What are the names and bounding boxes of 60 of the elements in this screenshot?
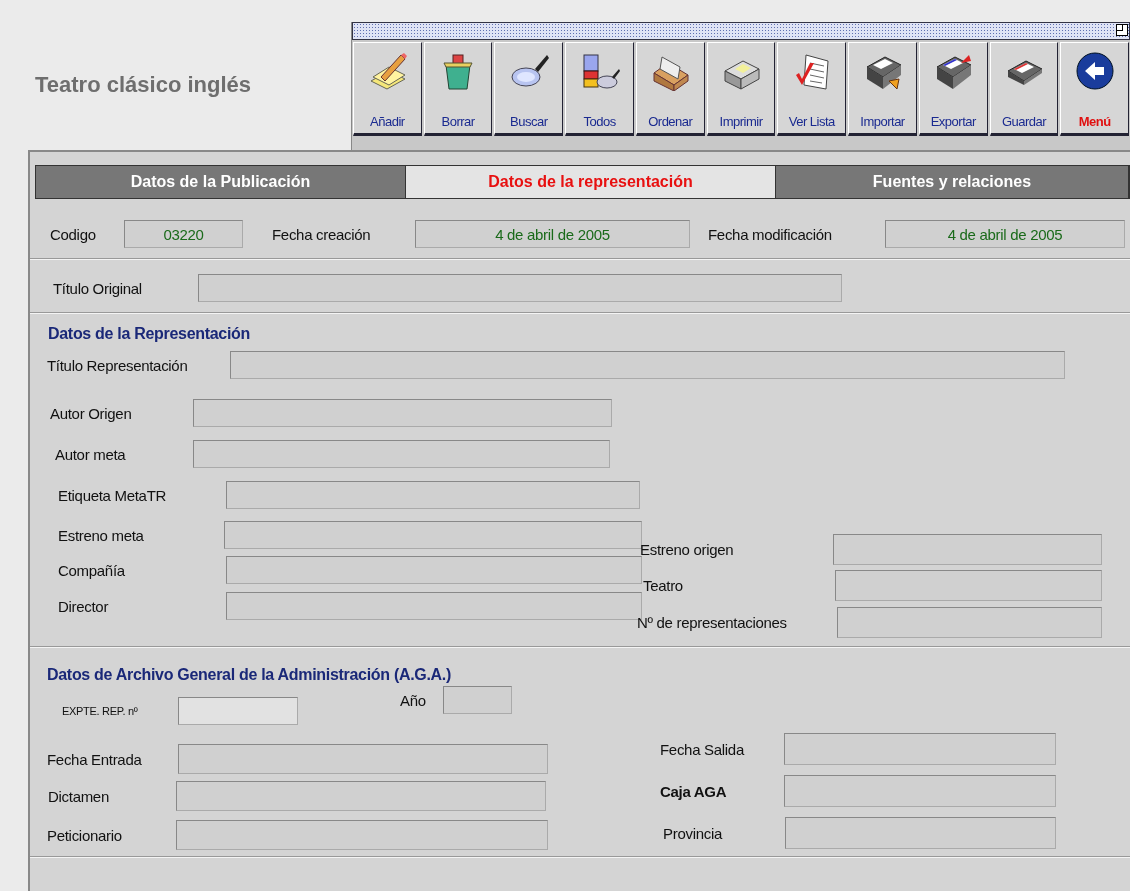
field-label: Nº de representaciones: [637, 614, 788, 631]
toolbar-button[interactable]: Ver Lista: [777, 42, 847, 136]
field-label: Fecha Salida: [660, 740, 746, 758]
field-label: Dictamen: [48, 787, 110, 805]
field-label: Teatro: [643, 577, 684, 594]
toolbar-button[interactable]: Importar: [848, 42, 917, 136]
input-field[interactable]: [224, 521, 642, 549]
input-field[interactable]: [176, 820, 548, 850]
input-field[interactable]: [226, 556, 642, 584]
toolbar-button[interactable]: Imprimir: [706, 42, 776, 136]
section-title: Datos de la Representación: [48, 325, 252, 343]
input-field[interactable]: [178, 697, 298, 725]
input-field[interactable]: [193, 440, 610, 468]
input-field[interactable]: [176, 781, 546, 811]
input-field[interactable]: [178, 744, 548, 774]
field-label: Autor meta: [55, 445, 127, 463]
input-field[interactable]: [833, 534, 1102, 565]
input-field[interactable]: 4 de abril de 2005: [885, 220, 1125, 248]
toolbar-button[interactable]: Exportar: [918, 42, 988, 136]
field-label: Título Original: [53, 279, 143, 297]
field-label: Etiqueta MetaTR: [58, 486, 168, 504]
field-label: Título Representación: [47, 356, 189, 374]
input-field[interactable]: [198, 274, 842, 302]
section-title: Datos de Archivo General de la Administración (A.G.A.): [47, 666, 453, 684]
app-title: Teatro clásico inglés: [35, 72, 251, 98]
input-field[interactable]: [443, 686, 512, 714]
field-label: Autor Origen: [50, 404, 133, 422]
field-label: Estreno meta: [58, 526, 145, 544]
field-label: Fecha modificación: [708, 225, 833, 243]
input-field[interactable]: [784, 775, 1056, 807]
toolbar-button[interactable]: Añadir: [353, 42, 422, 136]
field-label: Estreno origen: [640, 541, 735, 558]
tab[interactable]: Fuentes y relaciones: [776, 166, 1129, 198]
restore-icon[interactable]: [1116, 24, 1128, 36]
input-field[interactable]: [784, 733, 1056, 765]
field-label: Compañía: [58, 561, 126, 579]
field-label: EXPTE. REP. nº: [62, 705, 139, 717]
tab[interactable]: Datos de la representación: [406, 166, 776, 198]
field-label: Director: [58, 597, 110, 615]
input-field[interactable]: [226, 481, 640, 509]
toolbar-button[interactable]: Todos: [565, 42, 634, 136]
field-label: Año: [400, 691, 427, 709]
field-label: Provincia: [663, 824, 724, 842]
input-field[interactable]: [193, 399, 612, 427]
toolbar-button[interactable]: Borrar: [423, 42, 493, 136]
input-field[interactable]: [230, 351, 1065, 379]
field-label: Codigo: [50, 225, 97, 243]
toolbar-button[interactable]: Guardar: [989, 42, 1059, 136]
input-field[interactable]: 4 de abril de 2005: [415, 220, 690, 248]
field-label: Caja AGA: [660, 782, 728, 800]
toolbar-button[interactable]: Ordenar: [635, 42, 705, 136]
input-field[interactable]: 03220: [124, 220, 243, 248]
input-field[interactable]: [835, 570, 1102, 601]
input-field[interactable]: [837, 607, 1102, 638]
field-label: Peticionario: [47, 826, 123, 844]
field-label: Fecha creación: [272, 225, 372, 243]
tab[interactable]: Datos de la Publicación: [36, 166, 406, 198]
toolbar-button[interactable]: Buscar: [494, 42, 564, 136]
field-label: Fecha Entrada: [47, 750, 143, 768]
input-field[interactable]: [785, 817, 1056, 849]
